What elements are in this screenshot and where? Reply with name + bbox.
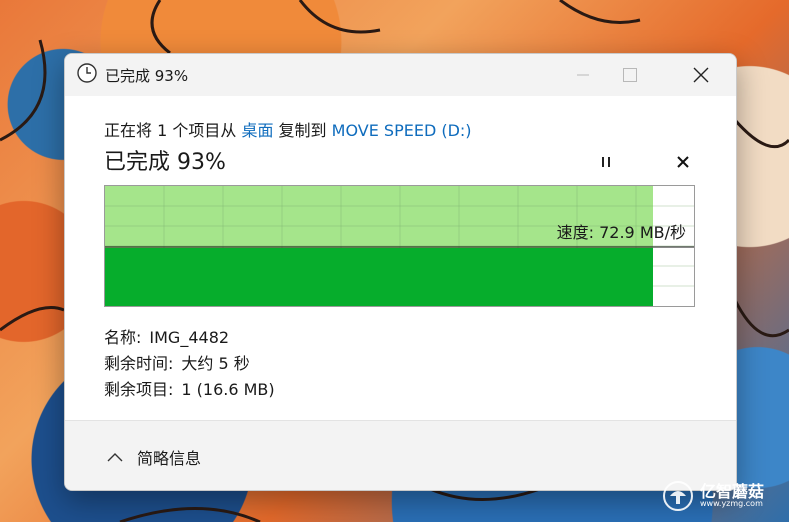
title-bar[interactable]: 已完成 93% <box>65 54 736 96</box>
speed-graph-canvas <box>105 186 694 306</box>
site-watermark: 亿智蘑菇 www.yzmg.com <box>662 480 764 512</box>
close-button[interactable] <box>677 54 725 96</box>
fewer-details-toggle[interactable]: 简略信息 <box>107 445 201 469</box>
file-name-value: IMG_4482 <box>149 328 230 347</box>
watermark-text: 亿智蘑菇 www.yzmg.com <box>700 484 764 508</box>
source-link[interactable]: 桌面 <box>241 121 273 140</box>
progress-heading: 已完成 93% <box>104 150 226 175</box>
time-remaining-row: 剩余时间: 大约 5 秒 <box>104 350 250 374</box>
file-name-row: 名称: IMG_4482 <box>104 324 229 348</box>
copy-description: 正在将 1 个项目从 桌面 复制到 MOVE SPEED (D:) <box>104 117 472 141</box>
minimize-button[interactable] <box>559 54 607 96</box>
cancel-copy-button[interactable] <box>669 148 697 176</box>
watermark-brand: 亿智蘑菇 <box>700 482 765 501</box>
time-remaining-value: 大约 5 秒 <box>181 354 250 373</box>
copy-middle: 复制到 <box>273 121 332 140</box>
maximize-icon <box>623 68 637 82</box>
destination-link[interactable]: MOVE SPEED (D:) <box>332 121 472 140</box>
chevron-up-icon <box>107 453 123 462</box>
dialog-footer: 简略信息 <box>65 420 736 490</box>
items-remaining-label: 剩余项目: <box>104 380 174 399</box>
items-remaining-value: 1 (16.6 MB) <box>181 380 275 399</box>
maximize-button[interactable] <box>606 54 654 96</box>
dialog-body: 正在将 1 个项目从 桌面 复制到 MOVE SPEED (D:) 已完成 93… <box>65 96 736 420</box>
fewer-details-label: 简略信息 <box>137 449 202 468</box>
copy-prefix: 正在将 1 个项目从 <box>104 121 242 140</box>
minimize-icon <box>577 74 589 76</box>
cancel-icon <box>677 156 689 168</box>
speed-readout: 速度: 72.9 MB/秒 <box>556 223 686 242</box>
pause-button[interactable] <box>592 148 620 176</box>
copy-progress-dialog: 已完成 93% 正在将 1 个项目从 桌面 复制到 MOVE SPEED (D:… <box>64 53 737 491</box>
time-remaining-label: 剩余时间: <box>104 354 174 373</box>
window-title: 已完成 93% <box>105 67 189 85</box>
close-icon <box>693 67 709 83</box>
file-name-label: 名称: <box>104 328 142 347</box>
watermark-url: www.yzmg.com <box>700 499 763 508</box>
mushroom-logo-icon <box>663 481 693 511</box>
clock-icon <box>77 63 97 83</box>
items-remaining-row: 剩余项目: 1 (16.6 MB) <box>104 376 275 400</box>
pause-icon <box>602 157 610 167</box>
speed-history-fill <box>105 248 653 306</box>
speed-graph: 速度: 72.9 MB/秒 <box>104 185 695 307</box>
